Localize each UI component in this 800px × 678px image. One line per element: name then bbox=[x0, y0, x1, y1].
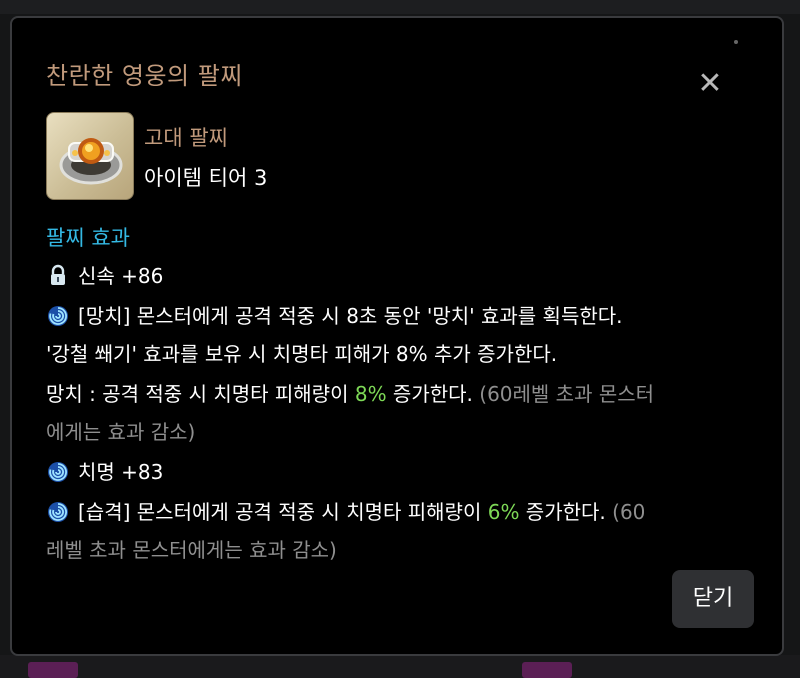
close-button[interactable]: 닫기 bbox=[672, 570, 754, 628]
section-title: 팔찌 효과 bbox=[46, 226, 130, 250]
note-text: 에게는 효과 감소) bbox=[46, 420, 196, 444]
background-level-badge bbox=[522, 662, 572, 678]
note-text: 레벨 초과 몬스터에게는 효과 감소) bbox=[46, 538, 337, 562]
effect-line: [망치] 몬스터에게 공격 적중 시 8초 동안 '망치' 효과를 획득한다. bbox=[46, 302, 623, 330]
lock-icon bbox=[46, 264, 70, 288]
note-text: (60레벨 초과 몬스터 bbox=[472, 382, 655, 406]
swirl-icon bbox=[46, 304, 70, 328]
close-icon[interactable]: ✕ bbox=[696, 69, 724, 99]
highlight-value: 8% bbox=[354, 382, 387, 406]
effect-line: 신속 +86 bbox=[46, 262, 163, 290]
item-tier: 아이템 티어 3 bbox=[144, 166, 268, 190]
item-tooltip-dialog: 찬란한 영웅의 팔찌 ✕ 고대 팔찌 아이템 티어 3 팔찌 효과 신속 +86 bbox=[10, 16, 784, 656]
swirl-icon bbox=[46, 460, 70, 484]
background-level-badge bbox=[28, 662, 78, 678]
sparkle-dot bbox=[734, 40, 738, 44]
swirl-icon bbox=[46, 500, 70, 524]
bracelet-icon bbox=[46, 112, 134, 200]
highlight-value: 6% bbox=[487, 500, 520, 524]
item-grade: 고대 팔찌 bbox=[144, 126, 228, 150]
background-bottom-strip bbox=[0, 655, 800, 678]
note-text: (60 bbox=[605, 500, 646, 524]
effect-line: '강철 쐐기' 효과를 보유 시 치명타 피해가 8% 추가 증가한다. bbox=[46, 342, 558, 366]
dialog-title: 찬란한 영웅의 팔찌 bbox=[46, 62, 243, 90]
effect-line: 레벨 초과 몬스터에게는 효과 감소) bbox=[46, 536, 337, 564]
effect-line: [습격] 몬스터에게 공격 적중 시 치명타 피해량이 6% 증가한다. (60 bbox=[46, 498, 645, 526]
effect-line: 망치 : 공격 적중 시 치명타 피해량이 8% 증가한다. (60레벨 초과 … bbox=[46, 382, 655, 406]
effect-line: 치명 +83 bbox=[46, 458, 163, 486]
effect-line: 에게는 효과 감소) bbox=[46, 418, 195, 446]
background-top-strip bbox=[0, 0, 800, 14]
